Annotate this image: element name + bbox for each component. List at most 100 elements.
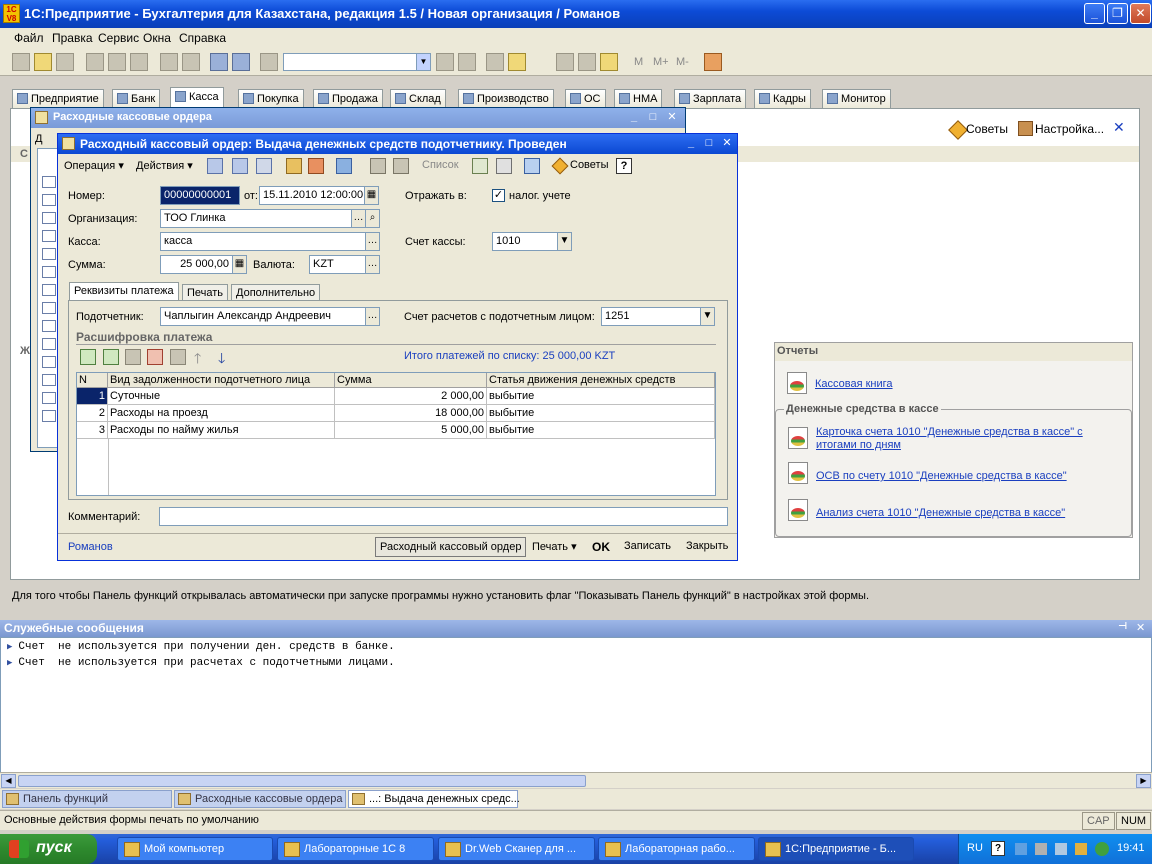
number-input[interactable]: 00000000001 (160, 186, 240, 205)
tab-monitor[interactable]: Монитор (822, 89, 891, 108)
ok-button[interactable]: OK (588, 537, 614, 557)
minimize-icon[interactable]: _ (1084, 3, 1105, 24)
copy-row-icon[interactable] (103, 349, 119, 365)
delete-doc-icon[interactable] (308, 158, 324, 174)
preview-icon[interactable] (182, 53, 200, 71)
end-edit-icon[interactable] (170, 349, 186, 365)
pin-icon[interactable]: ⊣ (1118, 621, 1127, 632)
menu-windows[interactable]: Окна (143, 31, 171, 45)
tab-payment-details[interactable]: Реквизиты платежа (69, 282, 179, 301)
save-icon[interactable] (56, 53, 74, 71)
link-card-1010[interactable]: Карточка счета 1010 "Денежные средства в… (816, 426, 1106, 452)
scroll-left-icon[interactable]: ◀ (1, 774, 16, 788)
settlement-account-dropdown-icon[interactable]: ▼ (700, 307, 715, 326)
dt-kt-icon[interactable] (472, 158, 488, 174)
tab-purchase[interactable]: Покупка (238, 89, 304, 108)
1c-help-icon[interactable] (508, 53, 526, 71)
move-down-icon[interactable]: 🡓 (218, 348, 225, 372)
binoculars-icon[interactable] (260, 53, 278, 71)
tray-icon-4[interactable] (1075, 843, 1087, 855)
drweb-tray-icon[interactable] (1095, 842, 1109, 856)
link-osv-1010[interactable]: ОСВ по счету 1010 "Денежные средства в к… (816, 470, 1067, 483)
new-doc-icon[interactable] (12, 53, 30, 71)
undo-icon[interactable] (210, 53, 228, 71)
print-menu-button[interactable]: Печать ▾ (528, 537, 581, 557)
form-tips-button[interactable]: Советы (570, 159, 608, 171)
operation-menu[interactable]: Операция ▾ (64, 159, 124, 172)
menu-help[interactable]: Справка (179, 31, 226, 45)
form-minimize-icon[interactable]: _ (684, 137, 698, 151)
help-tray-icon[interactable]: ? (991, 841, 1005, 856)
organization-select-button[interactable]: … (351, 209, 366, 228)
wtab-function-panel[interactable]: Панель функций (2, 790, 172, 808)
tray-icon-1[interactable] (1015, 843, 1027, 855)
save-button[interactable]: Записать (620, 537, 675, 557)
settlement-account-input[interactable]: 1251 (601, 307, 701, 326)
tab-salary[interactable]: Зарплата (674, 89, 747, 108)
edit-doc-icon[interactable] (256, 158, 272, 174)
copy-icon[interactable] (108, 53, 126, 71)
table-row-sum[interactable]: 5 000,00 (335, 422, 487, 439)
message-line[interactable]: ▶ Счет не используется при расчетах с под… (7, 657, 395, 669)
settings-tools-icon[interactable] (704, 53, 722, 71)
menu-service[interactable]: Сервис (98, 31, 139, 45)
tab-production[interactable]: Производство (458, 89, 554, 108)
menu-file[interactable]: Файл (14, 31, 44, 45)
close-button[interactable]: Закрыть (682, 537, 732, 557)
cash-account-dropdown-icon[interactable]: ▼ (557, 232, 572, 251)
print-icon[interactable] (160, 53, 178, 71)
link-cash-book[interactable]: Кассовая книга (815, 378, 893, 391)
structure-icon[interactable] (370, 158, 386, 174)
search-next-icon[interactable] (458, 53, 476, 71)
tab-enterprise[interactable]: Предприятие (12, 89, 104, 108)
horizontal-scrollbar[interactable]: ◀ ▶ (0, 772, 1152, 788)
edit-row-icon[interactable] (125, 349, 141, 365)
tips-link[interactable]: Советы (966, 122, 1008, 136)
grid-header-debt-type[interactable]: Вид задолженности подотчетного лица (108, 373, 335, 388)
list-close-icon[interactable]: ✕ (665, 111, 679, 125)
currency-select-button[interactable]: … (365, 255, 380, 274)
tab-print[interactable]: Печать (182, 284, 229, 301)
open-icon[interactable] (34, 53, 52, 71)
task-lab-doc[interactable]: Лабораторная рабо... (598, 837, 755, 861)
scroll-thumb[interactable] (18, 775, 586, 787)
table-row-cashflow[interactable]: выбытие (487, 422, 715, 439)
close-icon[interactable]: ✕ (1130, 3, 1151, 24)
delete-row-icon[interactable] (147, 349, 163, 365)
save-doc-icon[interactable] (286, 158, 302, 174)
calculator-button-icon[interactable]: ▦ (232, 255, 247, 274)
list-minimize-icon[interactable]: _ (627, 111, 641, 125)
organization-input[interactable]: ТОО Глинка (160, 209, 352, 228)
post-icon[interactable] (207, 158, 223, 174)
settings-link[interactable]: Настройка... (1035, 122, 1104, 136)
payment-grid[interactable]: N Вид задолженности подотчетного лица Су… (76, 372, 716, 496)
start-button[interactable]: пуск (0, 834, 97, 864)
organization-search-icon[interactable]: ⌕ (365, 209, 380, 228)
table-row-n[interactable]: 2 (77, 405, 108, 422)
scroll-right-icon[interactable]: ▶ (1136, 774, 1151, 788)
search-combo[interactable]: ▼ (283, 53, 431, 71)
table-row-sum[interactable]: 18 000,00 (335, 405, 487, 422)
form-maximize-icon[interactable]: □ (702, 137, 716, 151)
table-row-debt-type[interactable]: Суточные (108, 388, 335, 405)
task-drweb[interactable]: Dr.Web Сканер для ... (438, 837, 595, 861)
wtab-rko-document[interactable]: ...: Выдача денежных средс... (348, 790, 520, 808)
kassa-select-button[interactable]: … (365, 232, 380, 251)
clock[interactable]: 19:41 (1117, 842, 1145, 854)
redo-icon[interactable] (232, 53, 250, 71)
settings-icon[interactable] (1018, 121, 1033, 136)
chevron-down-icon[interactable]: ▼ (416, 54, 430, 70)
paste-icon[interactable] (130, 53, 148, 71)
tab-os[interactable]: ОС (565, 89, 606, 108)
tab-additional[interactable]: Дополнительно (231, 284, 321, 301)
accountable-input[interactable]: Чаплыгин Александр Андреевич (160, 307, 366, 326)
calculator-icon[interactable] (556, 53, 574, 71)
lang-indicator[interactable]: RU (967, 842, 983, 854)
cash-account-input[interactable]: 1010 (492, 232, 558, 251)
table-row-debt-type[interactable]: Расходы по найму жилья (108, 422, 335, 439)
tools-icon[interactable] (600, 53, 618, 71)
link-analysis-1010[interactable]: Анализ счета 1010 "Денежные средства в к… (816, 507, 1065, 520)
tray-icon-2[interactable] (1035, 843, 1047, 855)
task-my-computer[interactable]: Мой компьютер (117, 837, 273, 861)
table-row-n[interactable]: 3 (77, 422, 108, 439)
